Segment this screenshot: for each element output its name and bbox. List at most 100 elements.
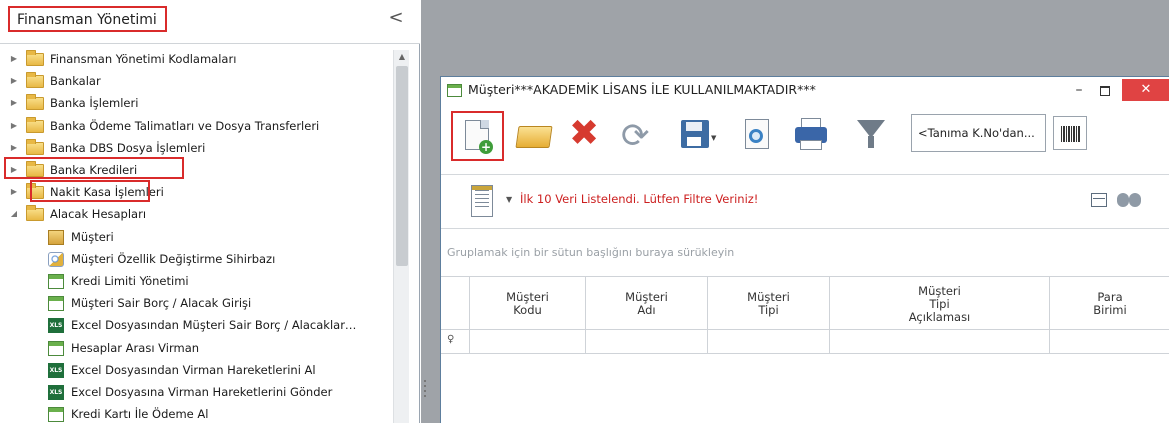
layout-dropdown-arrow-icon[interactable]: ▼ xyxy=(506,195,512,204)
column-chooser-icon[interactable] xyxy=(1091,193,1107,207)
filter-button[interactable] xyxy=(849,114,893,158)
layout-menu-icon[interactable] xyxy=(471,185,493,217)
minimize-button[interactable]: – xyxy=(1070,81,1088,99)
folder-icon xyxy=(26,116,44,133)
highlight-frame xyxy=(4,157,184,179)
expand-arrow-icon[interactable]: ▶ xyxy=(8,92,20,114)
filter-cell[interactable] xyxy=(469,330,585,354)
tree-item-label: Banka İşlemleri xyxy=(50,96,139,111)
tree-item-label: Müşteri Özellik Değiştirme Sihirbazı xyxy=(71,251,276,266)
grid-icon xyxy=(48,296,64,312)
panel-header: Finansman Yönetimi < xyxy=(0,0,420,44)
column-header[interactable]: Para Birimi xyxy=(1049,277,1169,331)
panel-title: Finansman Yönetimi xyxy=(8,6,167,32)
tree-item-label: Kredi Kartı İle Ödeme Al xyxy=(71,407,209,422)
collapse-panel-button[interactable]: < xyxy=(386,8,406,28)
column-header-label: Müşteri Kodu xyxy=(506,290,549,317)
column-header[interactable]: Müşteri Tipi xyxy=(707,277,829,331)
customer-grid: Müşteri Kodu Müşteri Adı Müşteri Tipi Müşte… xyxy=(441,276,1169,423)
tree-item[interactable]: Kredi Limiti Yönetimi xyxy=(8,270,393,292)
folder-icon xyxy=(26,72,44,89)
window-titlebar[interactable]: Müşteri***AKADEMİK LİSANS İLE KULLANILMA… xyxy=(441,77,1169,104)
printer-tray-icon xyxy=(800,140,822,150)
tree-item[interactable]: XLS Excel Dosyasına Virman Hareketlerini … xyxy=(8,381,393,403)
tree-item[interactable]: ▶ Finansman Yönetimi Kodlamaları xyxy=(8,48,393,70)
excel-icon: XLS xyxy=(48,385,64,400)
refresh-button[interactable]: ⟳ xyxy=(615,114,659,158)
tree-item[interactable]: Müşteri Sair Borç / Alacak Girişi xyxy=(8,292,393,314)
save-dropdown-arrow-icon[interactable]: ▼ xyxy=(711,134,716,142)
folder-icon xyxy=(26,205,44,222)
maximize-button[interactable] xyxy=(1095,81,1113,99)
folder-icon xyxy=(26,138,44,155)
binoculars-icon[interactable] xyxy=(1115,187,1143,211)
print-preview-button[interactable] xyxy=(735,114,779,158)
column-header[interactable]: Müşteri Tipi Açıklaması xyxy=(829,277,1049,331)
tree-item-label: Hesaplar Arası Virman xyxy=(71,340,200,355)
print-button[interactable] xyxy=(789,114,833,158)
group-by-panel[interactable]: Gruplamak için bir sütun başlığını buray… xyxy=(441,228,1169,276)
tree-item[interactable]: Hesaplar Arası Virman xyxy=(8,337,393,359)
column-header[interactable]: Müşteri Kodu xyxy=(469,277,585,331)
tree-item-label: Finansman Yönetimi Kodlamaları xyxy=(50,52,237,66)
navigation-panel: Finansman Yönetimi < ▶ Finansman Yönetimi… xyxy=(0,0,420,423)
folder-icon xyxy=(26,94,44,111)
tree-item[interactable]: XLS Excel Dosyasından Müşteri Sair Borç /… xyxy=(8,314,393,336)
tree-item-label: Alacak Hesapları xyxy=(50,207,147,222)
tree-item-label: Excel Dosyasından Virman Hareketlerini A… xyxy=(71,362,316,377)
filter-cell[interactable] xyxy=(1049,330,1169,354)
tree-item-label: Excel Dosyasından Müşteri Sair Borç / Al… xyxy=(71,318,357,333)
wizard-icon xyxy=(48,251,64,267)
splitter-grip-icon[interactable] xyxy=(424,380,428,400)
tree-item[interactable]: ▶ Bankalar xyxy=(8,70,393,92)
scroll-up-icon[interactable]: ▲ xyxy=(394,50,410,64)
tree-item[interactable]: XLS Excel Dosyasından Virman Hareketlerin… xyxy=(8,359,393,381)
filter-cell[interactable] xyxy=(829,330,1049,354)
expand-arrow-icon[interactable]: ▶ xyxy=(8,181,20,203)
column-header-label: Müşteri Tipi xyxy=(747,290,790,317)
magnifier-icon xyxy=(749,129,763,143)
column-header-label: Müşteri Tipi Açıklaması xyxy=(908,283,971,324)
navigation-tree: ▶ Finansman Yönetimi Kodlamaları ▶ Bankalar… xyxy=(8,48,396,423)
collapse-arrow-icon[interactable]: ◢ xyxy=(8,203,20,225)
filter-cell[interactable] xyxy=(707,330,829,354)
refresh-icon: ⟳ xyxy=(621,116,650,156)
tree-item-label: Banka Ödeme Talimatları ve Dosya Transfe… xyxy=(50,118,320,133)
tree-scrollbar[interactable]: ▲ xyxy=(393,50,409,423)
excel-icon: XLS xyxy=(48,362,64,378)
tree-item[interactable]: ◢ Alacak Hesapları xyxy=(8,203,393,225)
tree-item-label: Müşteri Sair Borç / Alacak Girişi xyxy=(71,296,252,311)
save-button[interactable]: ▼ xyxy=(673,114,725,158)
identification-number-input[interactable]: <Tanıma K.No'dan... xyxy=(911,114,1046,152)
barcode-icon xyxy=(1061,126,1081,142)
folder-icon xyxy=(26,50,44,66)
barcode-button[interactable] xyxy=(1053,116,1087,150)
funnel-stem-icon xyxy=(868,136,874,148)
expand-arrow-icon[interactable]: ▶ xyxy=(8,70,20,92)
tree-item[interactable]: ▶ Banka İşlemleri xyxy=(8,92,393,114)
info-message: İlk 10 Veri Listelendi. Lütfen Filtre Ve… xyxy=(520,192,759,206)
open-button[interactable] xyxy=(511,114,555,158)
auto-filter-row[interactable]: ♀ xyxy=(441,330,1169,354)
column-header[interactable]: Müşteri Adı xyxy=(585,277,707,331)
grid-header-row: Müşteri Kodu Müşteri Adı Müşteri Tipi Müşte… xyxy=(441,276,1169,331)
tree-item[interactable]: ▶ Banka Ödeme Talimatları ve Dosya Transf… xyxy=(8,115,393,137)
tree-item[interactable]: Müşteri Özellik Değiştirme Sihirbazı xyxy=(8,248,393,270)
column-header-label: Müşteri Adı xyxy=(625,290,668,317)
scroll-thumb[interactable] xyxy=(396,66,408,266)
plus-icon: + xyxy=(479,140,493,154)
new-record-button[interactable]: + xyxy=(451,111,504,161)
tree-item[interactable]: ▶ Banka DBS Dosya İşlemleri xyxy=(8,137,393,159)
highlight-frame xyxy=(30,180,150,202)
expand-arrow-icon[interactable]: ▶ xyxy=(8,48,20,70)
expand-arrow-icon[interactable]: ▶ xyxy=(8,115,20,137)
save-icon xyxy=(681,120,709,148)
tree-item[interactable]: Müşteri xyxy=(8,226,393,248)
grid-icon xyxy=(48,274,64,289)
expand-arrow-icon[interactable]: ▶ xyxy=(8,137,20,159)
tree-item[interactable]: Kredi Kartı İle Ödeme Al xyxy=(8,403,393,423)
delete-button[interactable]: ✖ xyxy=(565,113,609,158)
filter-cell[interactable] xyxy=(585,330,707,354)
close-button[interactable]: ✕ xyxy=(1122,79,1169,101)
grid-icon xyxy=(48,340,64,356)
